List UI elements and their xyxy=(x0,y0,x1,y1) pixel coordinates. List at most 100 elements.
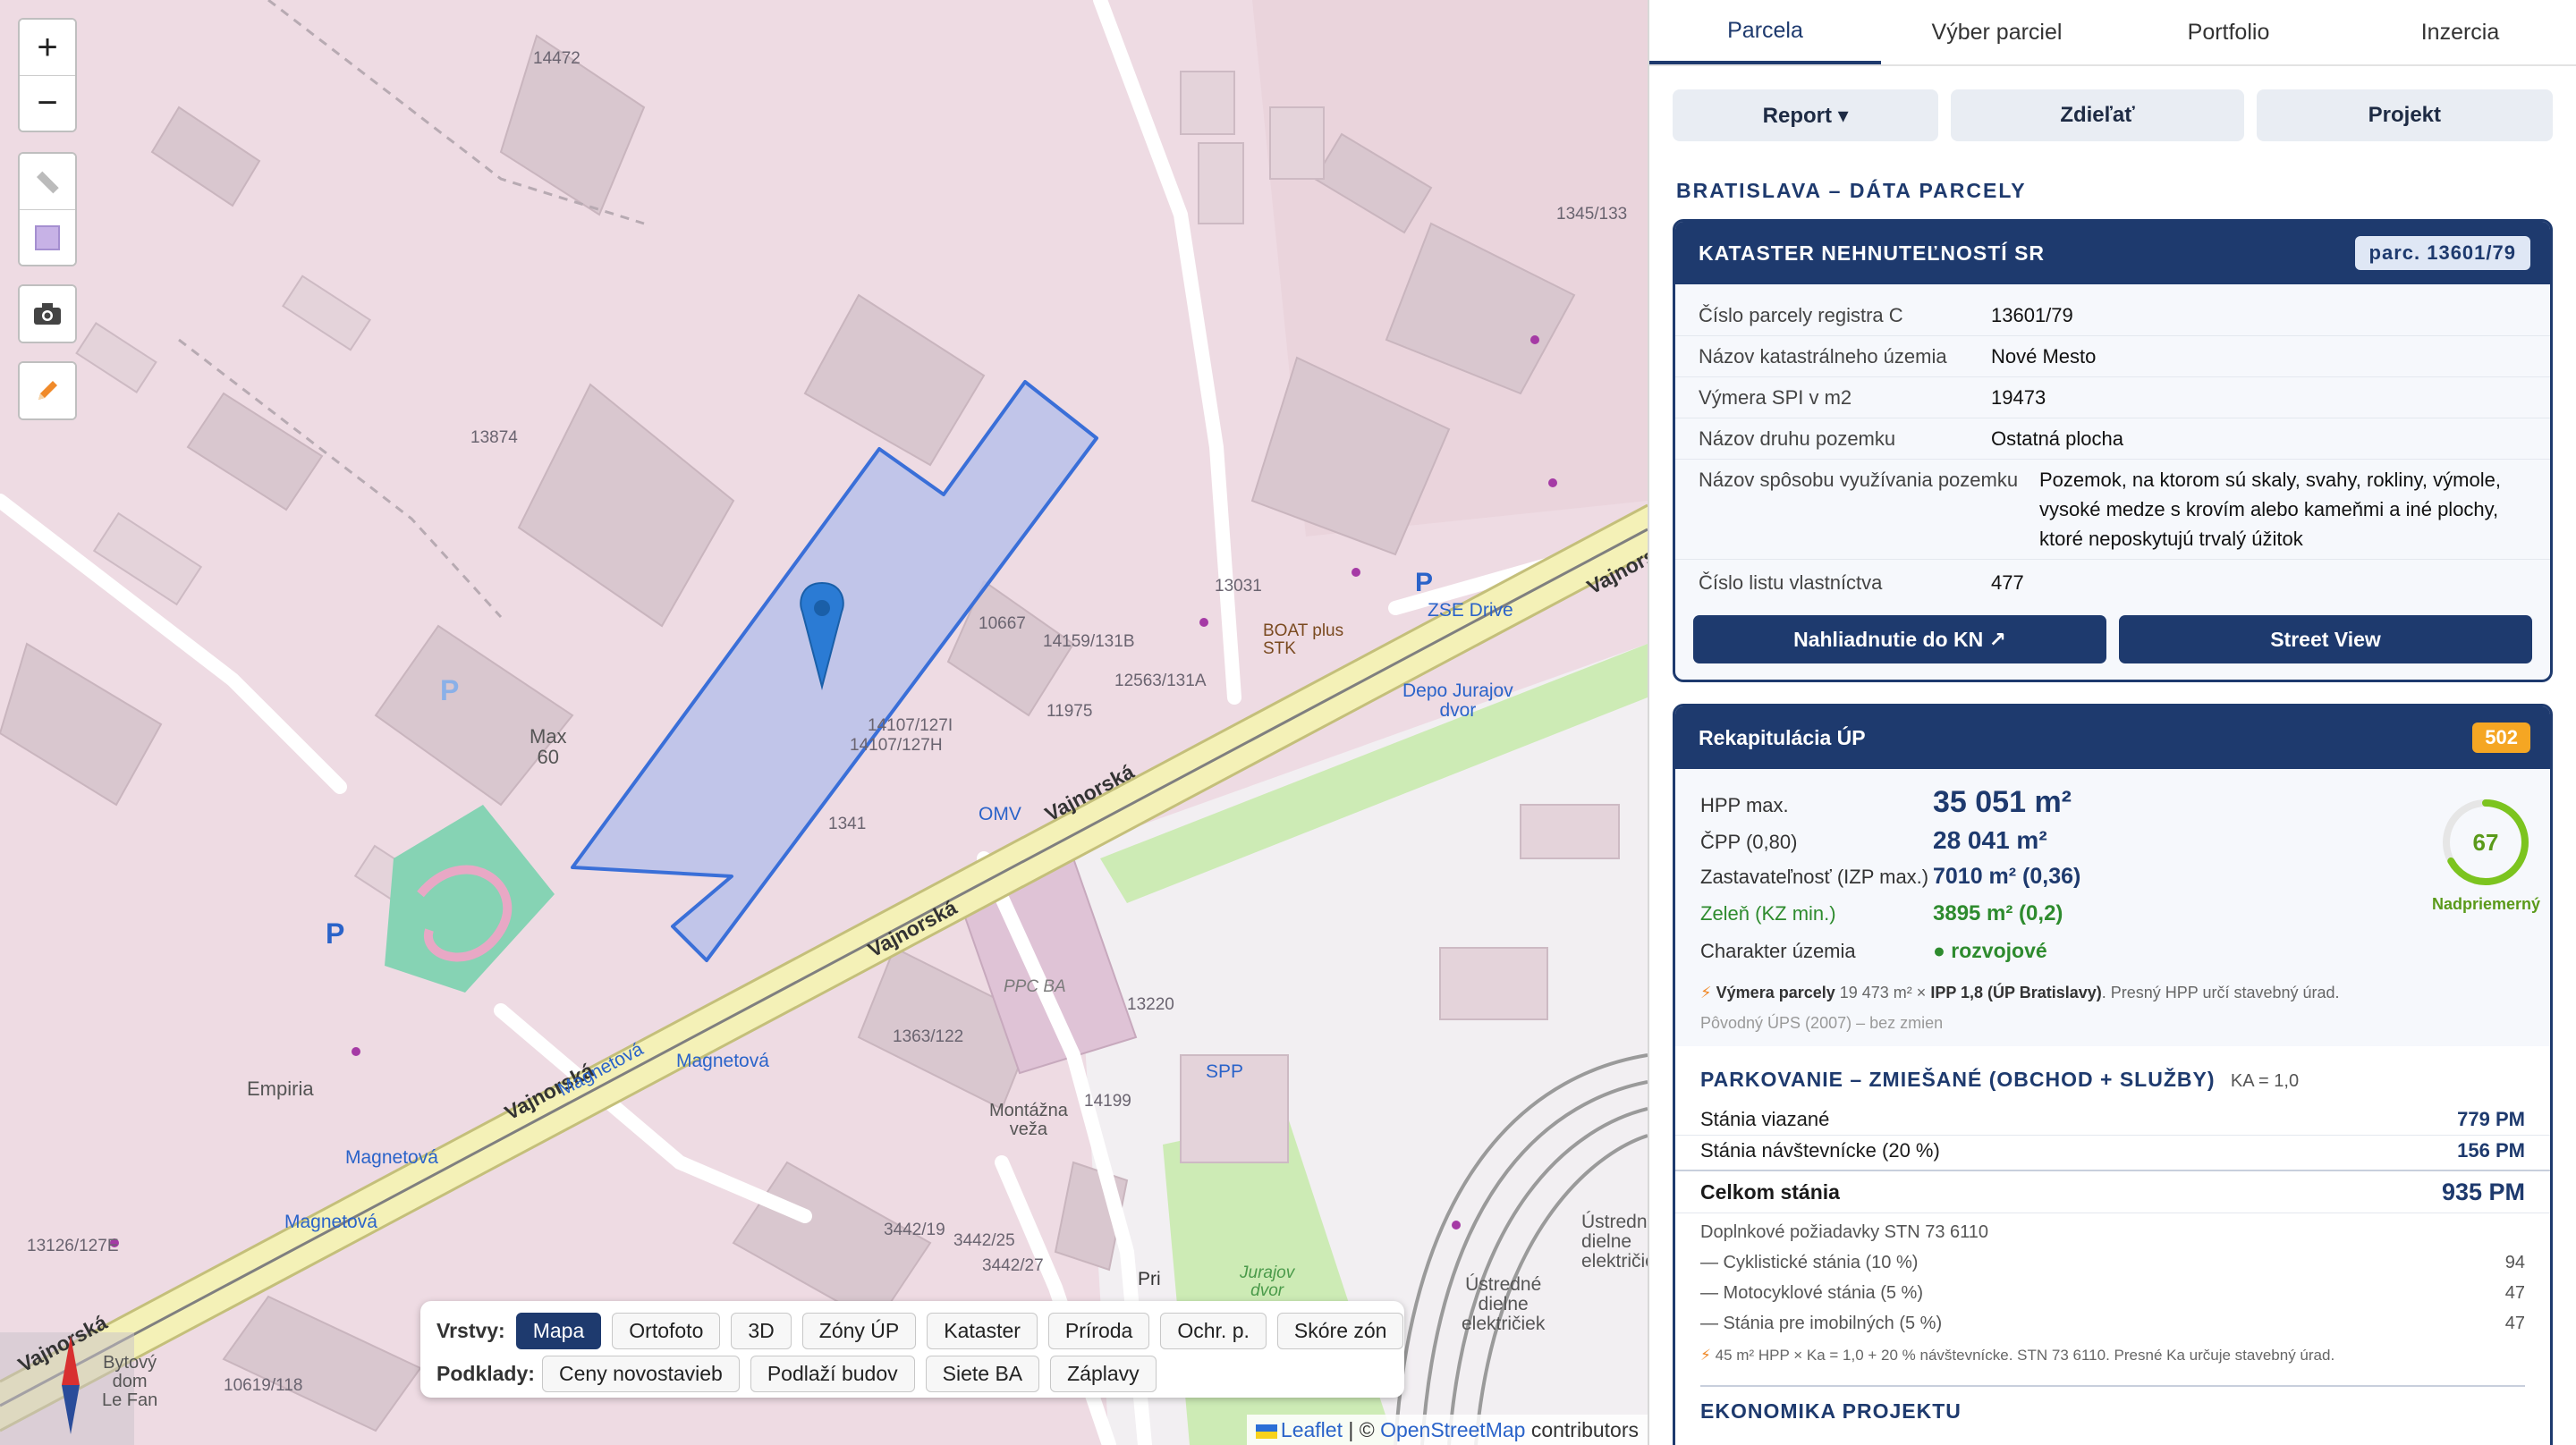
layer-chip-kataster[interactable]: Kataster xyxy=(927,1312,1038,1349)
note-bold: IPP 1,8 (ÚP Bratislavy) xyxy=(1930,984,2102,1001)
next-section-title: EKONOMIKA PROJEKTU xyxy=(1700,1385,2525,1424)
map-label: 1363/122 xyxy=(893,1027,964,1046)
map-label: Pri xyxy=(1138,1269,1161,1289)
attribution-tail: contributors xyxy=(1525,1418,1639,1441)
measure-ruler-icon[interactable] xyxy=(20,154,75,209)
basemap-chip-podlazi[interactable]: Podlaží budov xyxy=(750,1355,915,1392)
up-row-cpp: ČPP (0,80) 28 041 m² xyxy=(1700,826,2525,864)
map-label: 12563/131A xyxy=(1114,672,1207,690)
tab-inzercia[interactable]: Inzercia xyxy=(2344,0,2576,64)
map-label: 14107/127I xyxy=(868,716,953,735)
basemap-row: Podklady: Ceny novostavieb Podlaží budov… xyxy=(436,1355,1388,1392)
up-value: 28 041 m² xyxy=(1933,826,2047,854)
edit-control xyxy=(18,361,77,420)
extra-value: 47 xyxy=(2504,1283,2525,1303)
open-kn-button[interactable]: Nahliadnutie do KN ↗ xyxy=(1693,615,2106,663)
osm-link[interactable]: OpenStreetMap xyxy=(1380,1418,1525,1441)
layers-row: Vrstvy: Mapa Ortofoto 3D Zóny ÚP Kataste… xyxy=(436,1312,1404,1349)
parcel-badge: parc. 13601/79 xyxy=(2354,236,2530,270)
layer-chip-zony-up[interactable]: Zóny ÚP xyxy=(801,1312,917,1349)
map-label: Empiria xyxy=(247,1077,314,1100)
basemap-chip-ceny[interactable]: Ceny novostavieb xyxy=(542,1355,740,1392)
up-recap-card: Rekapitulácia ÚP 502 HPP max. 35 051 m² … xyxy=(1673,704,2553,1445)
map-label: 3442/27 xyxy=(982,1256,1044,1275)
up-title: Rekapitulácia ÚP xyxy=(1699,725,1866,749)
kv-key: Výmera SPI v m2 xyxy=(1699,386,1852,409)
basemap-chip-siete[interactable]: Siete BA xyxy=(925,1355,1040,1392)
layer-chip-3d[interactable]: 3D xyxy=(731,1312,792,1349)
bolt-icon: ⚡ xyxy=(1700,984,1712,1001)
leaflet-link[interactable]: Leaflet xyxy=(1281,1418,1343,1441)
map-canvas[interactable]: 14472 13874 1345/133 13031 10667 14159/1… xyxy=(0,0,1648,1445)
bolt-icon: ⚡ xyxy=(1700,1347,1711,1364)
draw-control xyxy=(18,152,77,266)
layer-chip-mapa[interactable]: Mapa xyxy=(515,1312,602,1349)
map-label: 13126/127E xyxy=(27,1237,119,1255)
panel-tabs: Parcela Výber parciel Portfolio Inzercia xyxy=(1649,0,2576,66)
layer-chip-ochr-p[interactable]: Ochr. p. xyxy=(1160,1312,1267,1349)
kv-value: Nové Mesto xyxy=(1991,345,2097,368)
parking-value: 156 PM xyxy=(2457,1139,2525,1162)
map-label: 14472 xyxy=(533,49,580,68)
parking-value: 779 PM xyxy=(2457,1108,2525,1130)
extra-value: 94 xyxy=(2504,1253,2525,1272)
pencil-icon[interactable] xyxy=(20,363,75,418)
project-button[interactable]: Projekt xyxy=(2256,89,2553,141)
kv-key: Číslo listu vlastníctva xyxy=(1699,570,1883,594)
zoom-in-button[interactable]: + xyxy=(20,20,75,75)
map-label: 3442/19 xyxy=(884,1221,945,1239)
kv-row: Výmera SPI v m2 19473 xyxy=(1675,377,2550,418)
parking-row: Stánia viazané 779 PM xyxy=(1675,1104,2550,1136)
kv-row: Názov druhu pozemku Ostatná plocha xyxy=(1675,418,2550,460)
parking-title: PARKOVANIE – ZMIEŠANÉ (OBCHOD + SLUŽBY) … xyxy=(1675,1068,2550,1092)
parking-key: Stánia viazané xyxy=(1700,1108,1830,1130)
basemap-label: Podklady: xyxy=(436,1361,535,1385)
street-view-button[interactable]: Street View xyxy=(2119,615,2532,663)
tab-portfolio[interactable]: Portfolio xyxy=(2113,0,2344,64)
map-label: Magnetová xyxy=(345,1147,438,1168)
map-label: 10619/118 xyxy=(224,1376,303,1395)
attribution-separator: | © xyxy=(1342,1418,1381,1441)
up-key: ČPP (0,80) xyxy=(1700,831,1798,853)
map-label: 13220 xyxy=(1127,995,1174,1014)
extra-key: — Stánia pre imobilných (5 %) xyxy=(1700,1314,1943,1333)
extra-key: — Cyklistické stánia (10 %) xyxy=(1700,1253,1919,1272)
map-label: 11975 xyxy=(1046,702,1093,721)
parking-note-text: 45 m² HPP × Ka = 1,0 + 20 % návštevnícke… xyxy=(1715,1347,2335,1364)
up-row-zast: Zastavateľnosť (IZP max.) 7010 m² (0,36) xyxy=(1700,864,2525,901)
map-label: BOAT plus STK xyxy=(1263,621,1344,658)
map-label: 13031 xyxy=(1215,577,1262,596)
kataster-card-header: KATASTER NEHNUTEĽNOSTÍ SR parc. 13601/79 xyxy=(1675,222,2550,284)
share-button[interactable]: Zdieľať xyxy=(1951,89,2244,141)
up-key: HPP max. xyxy=(1700,794,1789,816)
parking-note: ⚡ 45 m² HPP × Ka = 1,0 + 20 % návštevníc… xyxy=(1675,1342,2550,1369)
parcel-panel: Parcela Výber parciel Portfolio Inzercia… xyxy=(1648,0,2576,1445)
kataster-buttons: Nahliadnutie do KN ↗ Street View xyxy=(1675,604,2550,680)
parking-total-value: 935 PM xyxy=(2441,1179,2525,1205)
extra-title: Doplnkové požiadavky STN 73 6110 xyxy=(1675,1217,2550,1247)
layer-chip-skore-zon[interactable]: Skóre zón xyxy=(1276,1312,1404,1349)
parking-icon: P xyxy=(326,917,345,950)
map-label: Montážna veža xyxy=(989,1101,1068,1139)
map-label: Ústredné dielne električiek xyxy=(1462,1274,1546,1335)
parking-section: PARKOVANIE – ZMIEŠANÉ (OBCHOD + SLUŽBY) … xyxy=(1675,1046,2550,1424)
up-card-header: Rekapitulácia ÚP 502 xyxy=(1675,706,2550,769)
extra-row: — Motocyklové stánia (5 %) 47 xyxy=(1675,1278,2550,1308)
layer-chip-priroda[interactable]: Príroda xyxy=(1047,1312,1150,1349)
camera-icon[interactable] xyxy=(20,286,75,342)
report-button[interactable]: Report ▾ xyxy=(1673,89,1939,141)
tab-parcela[interactable]: Parcela xyxy=(1649,0,1881,64)
layer-chip-ortofoto[interactable]: Ortofoto xyxy=(612,1312,721,1349)
draw-polygon-icon[interactable] xyxy=(20,209,75,265)
note-text: 19 473 m² × xyxy=(1835,984,1931,1001)
note-bold: Výmera parcely xyxy=(1716,984,1835,1001)
zoom-out-button[interactable]: − xyxy=(20,75,75,131)
map-label: Jurajov dvor xyxy=(1240,1263,1295,1300)
map-label: Max 60 xyxy=(530,725,567,769)
compass-icon xyxy=(62,1336,80,1434)
kataster-title: KATASTER NEHNUTEĽNOSTÍ SR xyxy=(1699,241,2046,265)
up-badge: 502 xyxy=(2472,722,2530,753)
basemap-chip-zaplavy[interactable]: Záplavy xyxy=(1050,1355,1157,1392)
tab-vyber-parciel[interactable]: Výber parciel xyxy=(1881,0,2113,64)
map-label: ZSE Drive xyxy=(1428,600,1513,621)
